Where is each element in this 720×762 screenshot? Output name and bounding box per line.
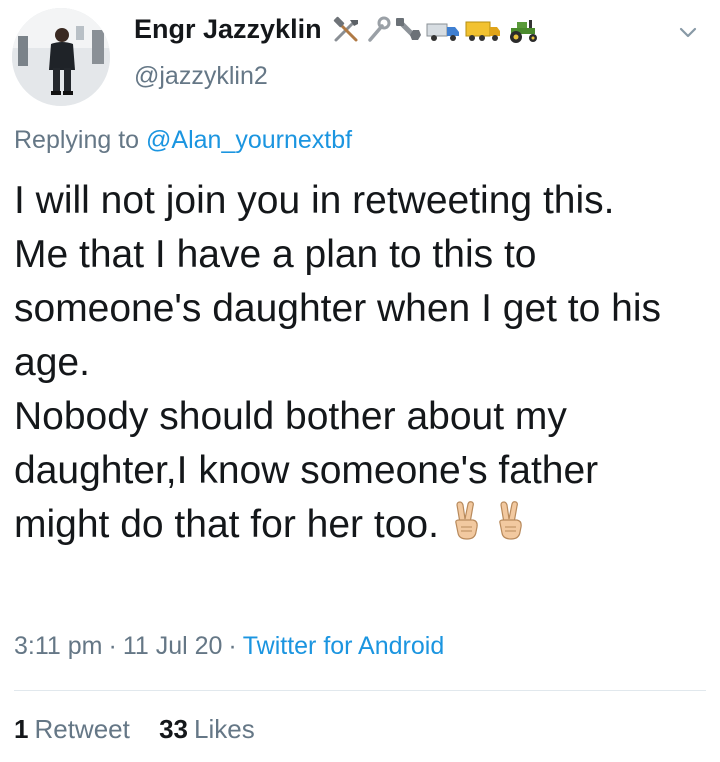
tweet-source-link[interactable]: Twitter for Android	[243, 632, 444, 660]
name-emoji-group	[332, 16, 541, 44]
tweet-line: I will not join you in retweeting this.	[14, 179, 615, 222]
reply-to-handle-link[interactable]: @Alan_yournextbf	[146, 126, 352, 154]
meta-separator: ·	[108, 632, 117, 660]
tweet-line: Me that I have a plan to this to someone…	[14, 233, 662, 384]
likes-label: Likes	[194, 714, 255, 744]
tweet-line-with-emoji: Nobody should bother about my daughter,I…	[14, 390, 704, 556]
victory-hand-icon	[451, 501, 483, 556]
likes-count: 33	[159, 714, 189, 744]
avatar[interactable]	[12, 8, 110, 106]
replying-to-prefix: Replying to	[14, 126, 147, 154]
meta-separator: ·	[228, 632, 237, 660]
tweet-menu-button[interactable]	[676, 20, 700, 44]
divider	[14, 690, 706, 691]
hammer-and-wrench-icon	[333, 16, 358, 41]
tweet-time[interactable]: 3:11 pm	[14, 632, 102, 660]
delivery-truck-icon	[426, 23, 459, 41]
wrench-icon	[367, 16, 391, 42]
retweets-count: 1	[14, 714, 29, 744]
chevron-down-icon	[679, 27, 697, 38]
likes-stat[interactable]: 33 Likes	[159, 714, 255, 744]
retweets-stat[interactable]: 1 Retweet	[14, 714, 130, 744]
retweets-label: Retweet	[34, 714, 130, 744]
tweet-meta: 3:11 pm · 11 Jul 20 · Twitter for Android	[14, 632, 444, 661]
articulated-lorry-icon	[465, 21, 500, 41]
display-name[interactable]: Engr Jazzyklin	[134, 14, 322, 45]
nut-and-bolt-icon	[395, 17, 421, 40]
user-name-row: Engr Jazzyklin	[134, 14, 541, 45]
tweet-stats: 1 Retweet 33 Likes	[14, 714, 255, 745]
tractor-icon	[509, 19, 537, 43]
user-handle[interactable]: @jazzyklin2	[134, 62, 268, 91]
tweet-text: I will not join you in retweeting this. …	[14, 174, 704, 556]
victory-hand-icon	[495, 501, 527, 556]
tweet-date[interactable]: 11 Jul 20	[123, 632, 223, 660]
replying-to: Replying to @Alan_yournextbf	[14, 126, 352, 155]
avatar-photo	[12, 8, 110, 106]
